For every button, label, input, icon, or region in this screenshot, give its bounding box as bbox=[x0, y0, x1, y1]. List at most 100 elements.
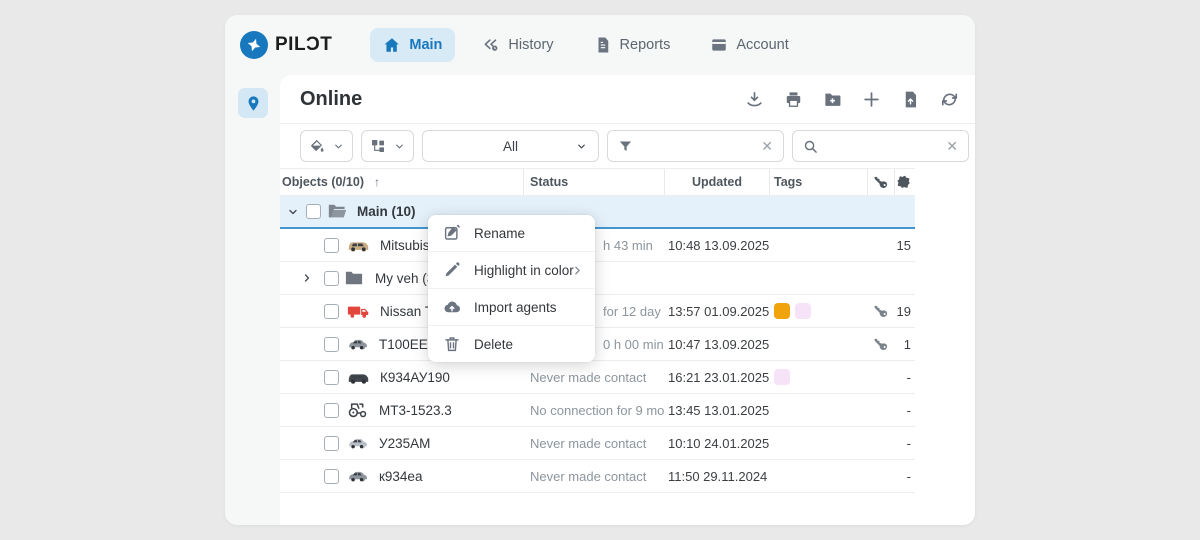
column-header-updated[interactable]: Updated bbox=[665, 169, 770, 195]
objects-cell: МТ3-1523.3 bbox=[280, 394, 524, 426]
count-text: - bbox=[907, 436, 911, 451]
pilot-logo-icon bbox=[240, 31, 268, 59]
objects-cell: К934АУ190 bbox=[280, 361, 524, 393]
count-cell: - bbox=[895, 427, 915, 459]
row-checkbox[interactable] bbox=[324, 337, 339, 352]
updated-cell: 10:47 13.09.2025 bbox=[665, 328, 770, 360]
row-checkbox[interactable] bbox=[324, 469, 339, 484]
table-row[interactable]: к934еаNever made contact11:50 29.11.2024… bbox=[280, 460, 915, 493]
account-icon bbox=[710, 36, 728, 54]
objects-table: Objects (0/10)↑StatusUpdatedTags Main (1… bbox=[280, 168, 915, 493]
tags-cell bbox=[770, 427, 868, 459]
tree-icon bbox=[370, 138, 386, 154]
row-checkbox[interactable] bbox=[324, 271, 339, 286]
location-pin-icon bbox=[245, 95, 262, 112]
menu-item-rename[interactable]: Rename bbox=[428, 215, 595, 251]
table-row[interactable]: My veh (3 bbox=[280, 262, 915, 295]
object-label: Mitsubis bbox=[380, 238, 430, 253]
count-cell: - bbox=[895, 460, 915, 492]
row-checkbox[interactable] bbox=[306, 204, 321, 219]
tab-label: Reports bbox=[620, 37, 671, 53]
row-checkbox[interactable] bbox=[324, 436, 339, 451]
color-filter-dropdown[interactable] bbox=[300, 130, 353, 162]
search-input[interactable] bbox=[818, 139, 946, 154]
grouping-dropdown[interactable] bbox=[361, 130, 414, 162]
updated-text: 13:45 13.01.2025 bbox=[668, 403, 769, 418]
table-row[interactable]: Main (10) bbox=[280, 196, 915, 229]
tags-cell bbox=[770, 196, 868, 227]
suv-tan-icon bbox=[347, 238, 370, 253]
object-label: Nissan T bbox=[380, 304, 433, 319]
type-select[interactable]: All bbox=[422, 130, 599, 162]
download-button[interactable] bbox=[745, 90, 764, 109]
add-button[interactable] bbox=[862, 90, 881, 109]
row-checkbox[interactable] bbox=[324, 403, 339, 418]
collapse-chevron-icon[interactable] bbox=[287, 206, 299, 218]
column-header-objects[interactable]: Objects (0/10)↑ bbox=[280, 169, 524, 195]
key-icon bbox=[874, 304, 889, 319]
tab-reports[interactable]: Reports bbox=[581, 28, 684, 62]
row-checkbox[interactable] bbox=[324, 238, 339, 253]
column-header-status[interactable]: Status bbox=[524, 169, 665, 195]
tab-history[interactable]: History bbox=[469, 28, 566, 62]
updated-cell: 11:50 29.11.2024 bbox=[665, 460, 770, 492]
clear-filter-icon[interactable]: ✕ bbox=[761, 139, 783, 153]
table-row[interactable]: У235АМNever made contact10:10 24.01.2025… bbox=[280, 427, 915, 460]
menu-item-highlight-in-color[interactable]: Highlight in color bbox=[428, 251, 595, 288]
row-checkbox[interactable] bbox=[324, 304, 339, 319]
tab-account[interactable]: Account bbox=[697, 28, 801, 62]
table-row[interactable]: T100EE0 h 00 min10:47 13.09.20251 bbox=[280, 328, 915, 361]
column-header-key[interactable] bbox=[868, 169, 895, 195]
tag-filter-input[interactable] bbox=[633, 139, 761, 154]
page-title: Online bbox=[300, 88, 362, 111]
tags-cell bbox=[770, 262, 868, 294]
tab-label: History bbox=[508, 37, 553, 53]
funnel-icon bbox=[618, 139, 633, 154]
refresh-button[interactable] bbox=[940, 90, 959, 109]
print-button[interactable] bbox=[784, 90, 803, 109]
menu-item-import-agents[interactable]: Import agents bbox=[428, 288, 595, 325]
updated-cell: 10:10 24.01.2025 bbox=[665, 427, 770, 459]
table-row[interactable]: МТ3-1523.3No connection for 9 mont13:45 … bbox=[280, 394, 915, 427]
status-cell: Never made contact bbox=[524, 460, 665, 492]
count-cell: - bbox=[895, 394, 915, 426]
updated-cell: 16:21 23.01.2025 bbox=[665, 361, 770, 393]
updated-text: 10:48 13.09.2025 bbox=[668, 238, 769, 253]
tab-label: Account bbox=[736, 37, 788, 53]
suv-dark-icon bbox=[347, 370, 370, 385]
updated-cell bbox=[665, 196, 770, 227]
import-file-button[interactable] bbox=[901, 90, 920, 109]
updated-cell bbox=[665, 262, 770, 294]
count-text: - bbox=[907, 403, 911, 418]
trash-icon bbox=[443, 335, 461, 353]
row-checkbox[interactable] bbox=[324, 370, 339, 385]
column-header-objects-label: Objects (0/10) bbox=[282, 175, 364, 189]
add-folder-button[interactable] bbox=[823, 90, 842, 109]
chevron-down-icon bbox=[394, 141, 405, 152]
location-pin-button[interactable] bbox=[238, 88, 268, 118]
object-label: МТ3-1523.3 bbox=[379, 403, 452, 418]
key-cell bbox=[868, 328, 895, 360]
tab-main[interactable]: Main bbox=[370, 28, 455, 62]
table-row[interactable]: Mitsubish 43 min10:48 13.09.202515 bbox=[280, 229, 915, 262]
type-select-value: All bbox=[503, 139, 518, 154]
column-header-tags[interactable]: Tags bbox=[770, 169, 868, 195]
updated-text: 11:50 29.11.2024 bbox=[668, 469, 767, 484]
table-row[interactable]: Nissan Tfor 12 day13:57 01.09.202519 bbox=[280, 295, 915, 328]
tag-filter-field: ✕ bbox=[607, 130, 784, 162]
content-header: Online bbox=[280, 75, 975, 124]
table-row[interactable]: К934АУ190Never made contact16:21 23.01.2… bbox=[280, 361, 915, 394]
menu-item-delete[interactable]: Delete bbox=[428, 325, 595, 362]
folder-open-icon bbox=[328, 204, 347, 219]
key-cell bbox=[868, 229, 895, 261]
clear-search-icon[interactable]: ✕ bbox=[946, 139, 968, 153]
count-text: 19 bbox=[897, 304, 911, 319]
column-header-count[interactable] bbox=[895, 169, 915, 195]
tags-cell bbox=[770, 460, 868, 492]
expand-chevron-icon[interactable] bbox=[301, 272, 313, 284]
count-cell bbox=[895, 262, 915, 294]
object-label: My veh (3 bbox=[375, 271, 434, 286]
tag-pink bbox=[795, 303, 811, 319]
table-body: Main (10)Mitsubish 43 min10:48 13.09.202… bbox=[280, 196, 915, 493]
updated-text: 16:21 23.01.2025 bbox=[668, 370, 769, 385]
